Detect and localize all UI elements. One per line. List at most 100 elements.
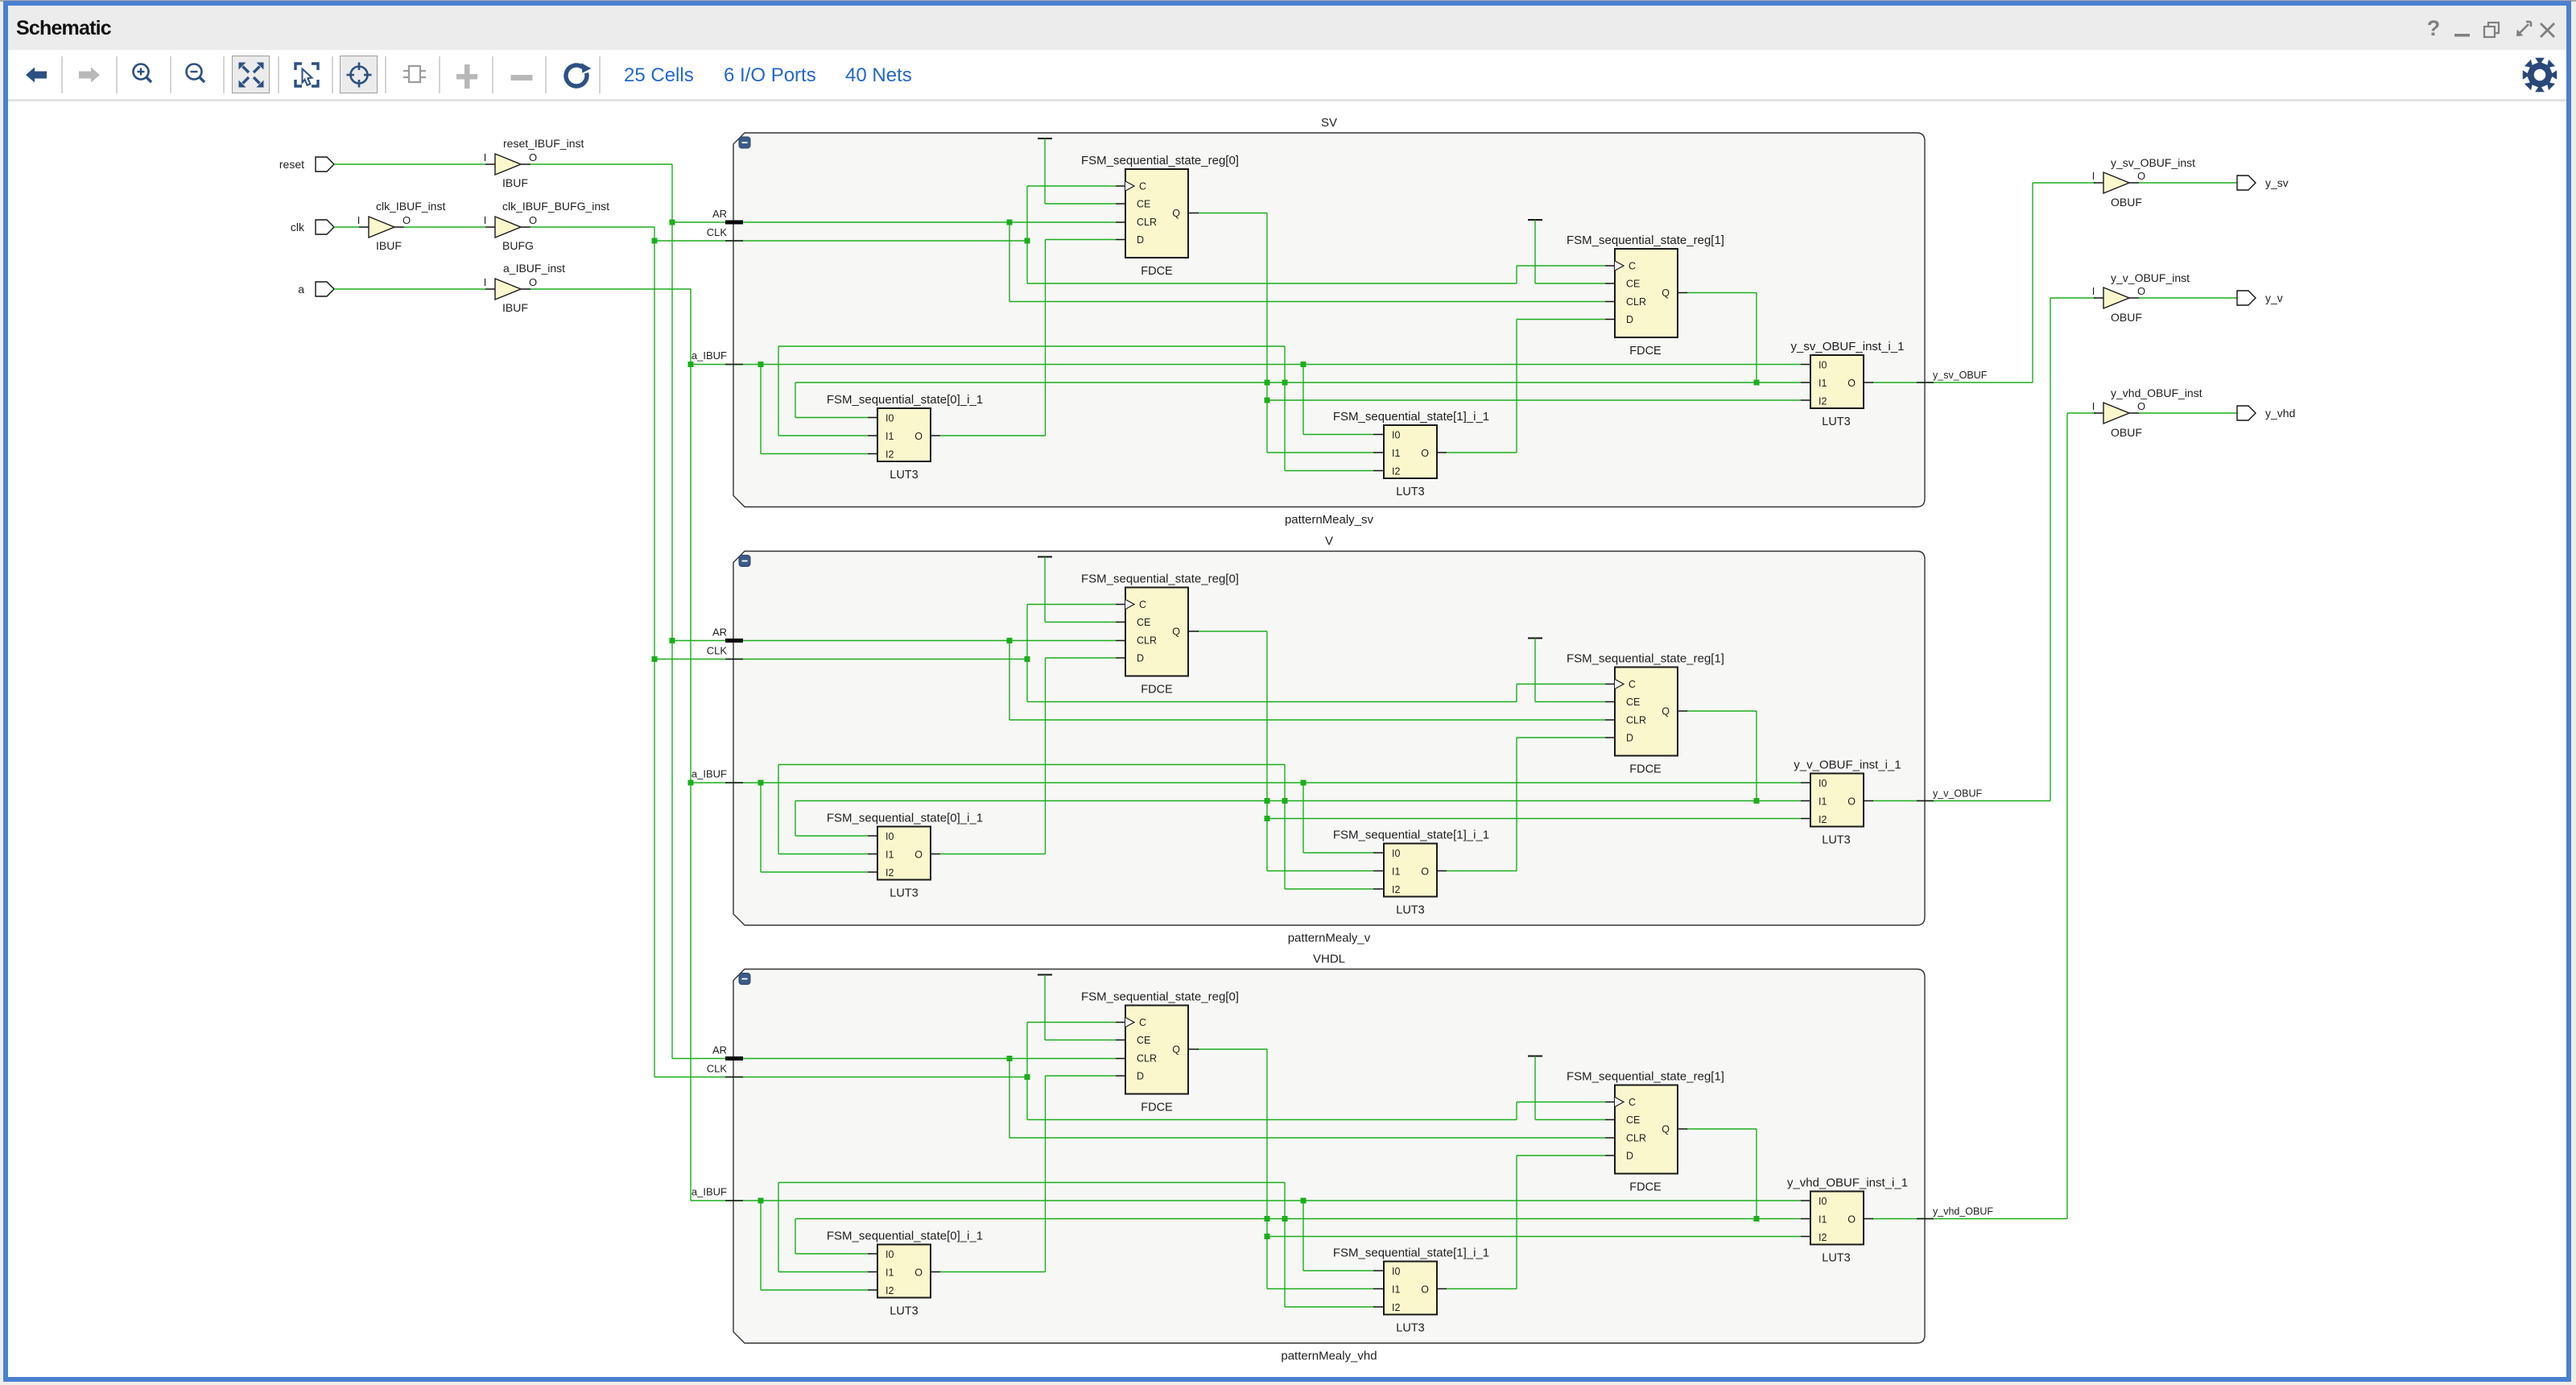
svg-text:I2: I2 — [1392, 466, 1400, 478]
svg-text:I1: I1 — [1392, 1284, 1400, 1296]
svg-text:C: C — [1139, 181, 1146, 192]
svg-text:OBUF: OBUF — [2111, 311, 2142, 324]
svg-text:I0: I0 — [1818, 1196, 1827, 1207]
svg-text:IBUF: IBUF — [502, 301, 528, 314]
svg-text:O: O — [529, 151, 537, 163]
svg-text:patternMealy_v: patternMealy_v — [1288, 932, 1371, 945]
svg-text:Q: Q — [1662, 1124, 1670, 1135]
svg-text:y_sv_OBUF_inst_i_1: y_sv_OBUF_inst_i_1 — [1791, 340, 1905, 353]
svg-text:AR: AR — [712, 1044, 727, 1056]
svg-text:FSM_sequential_state_reg[1]: FSM_sequential_state_reg[1] — [1567, 652, 1724, 666]
svg-text:O: O — [914, 1267, 923, 1279]
svg-text:a_IBUF: a_IBUF — [691, 768, 727, 780]
svg-text:O: O — [2137, 285, 2145, 297]
svg-text:D: D — [1137, 234, 1144, 246]
svg-text:I0: I0 — [1392, 1266, 1400, 1277]
svg-text:FSM_sequential_state[1]_i_1: FSM_sequential_state[1]_i_1 — [1333, 410, 1489, 424]
svg-text:CLR: CLR — [1626, 296, 1646, 308]
svg-text:O: O — [1847, 1214, 1856, 1226]
svg-text:Q: Q — [1172, 208, 1180, 219]
svg-text:y_v_OBUF_inst_i_1: y_v_OBUF_inst_i_1 — [1794, 759, 1901, 772]
svg-text:OBUF: OBUF — [2111, 196, 2142, 209]
svg-text:CLK: CLK — [707, 1063, 728, 1075]
svg-text:I0: I0 — [886, 831, 894, 842]
svg-text:O: O — [2137, 400, 2145, 412]
svg-text:FDCE: FDCE — [1629, 763, 1662, 776]
svg-text:CE: CE — [1626, 1114, 1640, 1126]
svg-text:I0: I0 — [886, 413, 894, 424]
svg-text:I0: I0 — [1818, 778, 1827, 789]
svg-text:CLR: CLR — [1626, 1133, 1646, 1144]
svg-text:LUT3: LUT3 — [1822, 834, 1850, 847]
svg-text:O: O — [529, 214, 537, 226]
svg-text:CLR: CLR — [1137, 635, 1157, 647]
svg-text:FDCE: FDCE — [1141, 684, 1173, 697]
svg-text:C: C — [1139, 1017, 1146, 1028]
svg-text:D: D — [1626, 733, 1633, 744]
svg-text:y_vhd_OBUF_inst_i_1: y_vhd_OBUF_inst_i_1 — [1787, 1176, 1908, 1190]
svg-text:I0: I0 — [1818, 360, 1827, 371]
svg-text:O: O — [914, 850, 923, 861]
svg-text:BUFG: BUFG — [502, 239, 534, 252]
svg-text:a_IBUF: a_IBUF — [691, 349, 727, 362]
svg-text:CE: CE — [1137, 617, 1150, 628]
svg-text:D: D — [1137, 653, 1144, 664]
svg-text:FSM_sequential_state_reg[1]: FSM_sequential_state_reg[1] — [1567, 234, 1724, 247]
svg-text:clk_IBUF_inst: clk_IBUF_inst — [376, 200, 445, 213]
svg-text:O: O — [1847, 796, 1856, 808]
svg-text:O: O — [914, 431, 923, 442]
svg-text:I0: I0 — [886, 1249, 894, 1260]
svg-text:I2: I2 — [1818, 814, 1827, 825]
svg-text:clk: clk — [291, 221, 305, 234]
svg-text:I: I — [2092, 170, 2095, 182]
svg-text:y_sv_OBUF_inst: y_sv_OBUF_inst — [2111, 156, 2195, 169]
svg-text:I2: I2 — [1392, 1302, 1400, 1313]
svg-text:AR: AR — [712, 208, 727, 220]
svg-text:I1: I1 — [1818, 1214, 1827, 1226]
svg-text:CLR: CLR — [1137, 217, 1157, 228]
svg-text:D: D — [1626, 314, 1633, 325]
svg-text:I: I — [484, 214, 487, 226]
svg-text:FSM_sequential_state[0]_i_1: FSM_sequential_state[0]_i_1 — [827, 393, 983, 407]
svg-text:VHDL: VHDL — [1313, 953, 1345, 966]
svg-text:I2: I2 — [1818, 1232, 1827, 1243]
svg-text:D: D — [1626, 1151, 1633, 1162]
svg-text:I: I — [2092, 285, 2095, 297]
svg-text:y_v_OBUF_inst: y_v_OBUF_inst — [2111, 271, 2190, 284]
svg-text:LUT3: LUT3 — [1822, 1252, 1850, 1265]
svg-text:LUT3: LUT3 — [890, 469, 918, 482]
svg-text:I: I — [2092, 400, 2095, 412]
svg-text:FSM_sequential_state_reg[1]: FSM_sequential_state_reg[1] — [1567, 1070, 1724, 1084]
svg-text:LUT3: LUT3 — [890, 887, 918, 900]
svg-text:FSM_sequential_state_reg[0]: FSM_sequential_state_reg[0] — [1081, 154, 1239, 167]
svg-text:a_IBUF: a_IBUF — [691, 1186, 727, 1198]
svg-text:O: O — [1847, 378, 1856, 389]
svg-text:I1: I1 — [886, 431, 894, 442]
svg-text:I: I — [484, 151, 487, 163]
svg-text:CE: CE — [1626, 279, 1640, 290]
svg-text:CLK: CLK — [707, 226, 728, 238]
svg-text:IBUF: IBUF — [376, 239, 402, 252]
svg-text:I1: I1 — [1818, 796, 1827, 808]
svg-text:I2: I2 — [1392, 884, 1400, 895]
svg-text:O: O — [2137, 170, 2145, 182]
svg-text:FDCE: FDCE — [1141, 265, 1173, 278]
svg-text:I: I — [357, 214, 361, 226]
svg-text:CE: CE — [1137, 1035, 1150, 1046]
svg-text:y_v: y_v — [2265, 291, 2283, 304]
svg-text:a_IBUF_inst: a_IBUF_inst — [503, 262, 565, 275]
svg-text:CLR: CLR — [1137, 1053, 1157, 1065]
svg-text:FSM_sequential_state[0]_i_1: FSM_sequential_state[0]_i_1 — [827, 1230, 983, 1243]
svg-text:I2: I2 — [886, 449, 894, 461]
svg-text:Q: Q — [1172, 626, 1180, 638]
svg-text:FSM_sequential_state[0]_i_1: FSM_sequential_state[0]_i_1 — [827, 812, 983, 825]
svg-text:I1: I1 — [886, 850, 894, 861]
svg-text:I: I — [484, 276, 487, 288]
svg-text:Q: Q — [1662, 287, 1670, 299]
svg-text:I2: I2 — [1818, 396, 1827, 407]
svg-text:y_v_OBUF: y_v_OBUF — [1933, 788, 1982, 800]
svg-text:FSM_sequential_state[1]_i_1: FSM_sequential_state[1]_i_1 — [1333, 1246, 1489, 1260]
svg-text:CLK: CLK — [707, 645, 728, 657]
svg-text:y_sv_OBUF: y_sv_OBUF — [1933, 370, 1988, 381]
svg-text:y_sv: y_sv — [2265, 176, 2289, 189]
